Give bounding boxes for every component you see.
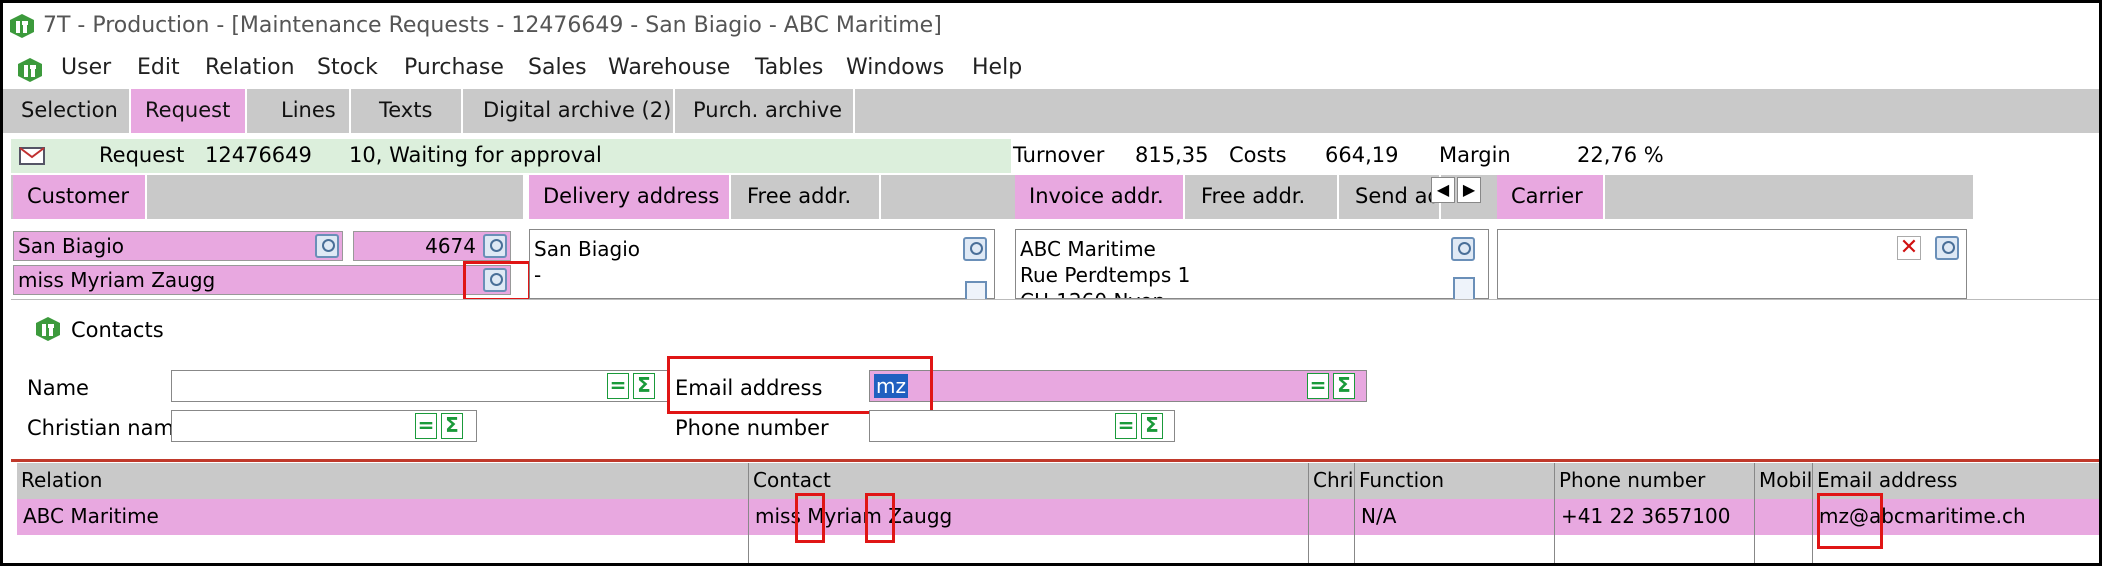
tab-digital-archive[interactable]: Digital archive (2) bbox=[469, 89, 675, 133]
app-window: 7T - Production - [Maintenance Requests … bbox=[0, 0, 2102, 566]
scroll-right-icon[interactable]: ▶ bbox=[1457, 177, 1481, 203]
turnover-label: Turnover bbox=[1013, 143, 1105, 167]
christian-name-label: Christian name bbox=[27, 416, 187, 440]
contacts-logo-icon bbox=[36, 317, 60, 341]
menu-warehouse[interactable]: Warehouse bbox=[608, 55, 730, 80]
tab-purch-archive[interactable]: Purch. archive bbox=[679, 89, 855, 133]
empty-row bbox=[1355, 535, 1555, 563]
invoice-address-box: ABC Maritime Rue Perdtemps 1 CH-1260 Nyo… bbox=[1015, 229, 1489, 299]
turnover-value: 815,35 bbox=[1135, 143, 1209, 167]
contacts-dialog: Contacts Name = Σ Christian name = Σ Ema… bbox=[11, 299, 2099, 459]
carrier-lookup-icon[interactable] bbox=[1935, 236, 1959, 260]
tab-selection[interactable]: Selection bbox=[7, 89, 131, 133]
customer-contact-field[interactable]: miss Myriam Zaugg bbox=[13, 265, 511, 295]
menu-tables[interactable]: Tables bbox=[755, 55, 823, 80]
email-equals-icon[interactable]: = bbox=[1307, 373, 1329, 399]
name-label: Name bbox=[27, 376, 89, 400]
app-menu-logo-icon[interactable] bbox=[17, 57, 43, 83]
empty-row bbox=[1309, 535, 1355, 563]
col-christian[interactable]: Chris bbox=[1309, 463, 1355, 499]
request-status-bar: Request 12476649 10, Waiting for approva… bbox=[11, 139, 1011, 173]
status-request-number: 12476649 bbox=[205, 143, 312, 167]
email-sum-icon[interactable]: Σ bbox=[1333, 373, 1355, 399]
phone-label: Phone number bbox=[675, 416, 829, 440]
tab-delivery-address[interactable]: Delivery address bbox=[529, 175, 731, 219]
christian-sum-icon[interactable]: Σ bbox=[441, 413, 463, 439]
phone-equals-icon[interactable]: = bbox=[1115, 413, 1137, 439]
col-contact[interactable]: Contact bbox=[749, 463, 1309, 499]
empty-row bbox=[17, 535, 749, 563]
contacts-title: Contacts bbox=[71, 318, 164, 342]
title-bar: 7T - Production - [Maintenance Requests … bbox=[3, 3, 2099, 51]
invoice-section-bar: Invoice addr. Free addr. Send ad ◀ ▶ Car… bbox=[1015, 175, 1973, 219]
customer-section-bar: Customer bbox=[11, 175, 523, 219]
christian-equals-icon[interactable]: = bbox=[415, 413, 437, 439]
dialog-separator bbox=[11, 459, 2099, 462]
menu-edit[interactable]: Edit bbox=[137, 55, 180, 80]
envelope-icon bbox=[19, 147, 45, 165]
menu-stock[interactable]: Stock bbox=[317, 55, 378, 80]
invoice-document-icon[interactable] bbox=[1453, 277, 1475, 301]
tab-invoice-addr[interactable]: Invoice addr. bbox=[1015, 175, 1185, 219]
menu-bar: User Edit Relation Stock Purchase Sales … bbox=[3, 51, 2099, 89]
cell-phone[interactable]: +41 22 3657100 bbox=[1555, 499, 1755, 535]
menu-user[interactable]: User bbox=[61, 55, 111, 80]
highlight-contact-lookup bbox=[463, 261, 531, 301]
tab-customer[interactable]: Customer bbox=[13, 175, 147, 219]
margin-value: 22,76 % bbox=[1577, 143, 1664, 167]
scroll-left-icon[interactable]: ◀ bbox=[1431, 177, 1455, 203]
menu-purchase[interactable]: Purchase bbox=[404, 55, 504, 80]
highlight-email-mz bbox=[1817, 493, 1883, 549]
menu-help[interactable]: Help bbox=[972, 55, 1022, 80]
empty-row bbox=[1555, 535, 1755, 563]
highlight-email-filter bbox=[667, 356, 933, 414]
col-mobile[interactable]: Mobile bbox=[1755, 463, 1813, 499]
phone-sum-icon[interactable]: Σ bbox=[1141, 413, 1163, 439]
invoice-lookup-icon[interactable] bbox=[1451, 237, 1475, 261]
customer-number-lookup-icon[interactable] bbox=[483, 234, 507, 258]
tab-texts[interactable]: Texts bbox=[365, 89, 463, 133]
col-relation[interactable]: Relation bbox=[17, 463, 749, 499]
email-input[interactable]: mz bbox=[869, 370, 1367, 402]
app-logo-icon bbox=[10, 14, 34, 38]
empty-row bbox=[749, 535, 1309, 563]
cell-contact[interactable]: miss Myriam Zaugg bbox=[749, 499, 1309, 535]
window-title: 7T - Production - [Maintenance Requests … bbox=[43, 13, 942, 38]
highlight-contact-m bbox=[795, 493, 825, 543]
cell-christian[interactable] bbox=[1309, 499, 1355, 535]
menu-sales[interactable]: Sales bbox=[528, 55, 587, 80]
menu-relation[interactable]: Relation bbox=[205, 55, 295, 80]
name-sum-icon[interactable]: Σ bbox=[633, 373, 655, 399]
tab-bar: Selection Request Lines Texts Digital ar… bbox=[3, 89, 2099, 133]
col-function[interactable]: Function bbox=[1355, 463, 1555, 499]
tab-send-addr[interactable]: Send ad bbox=[1341, 175, 1441, 219]
contacts-grid: Relation Contact Chris Function Phone nu… bbox=[17, 463, 2099, 563]
tab-free-addr-delivery[interactable]: Free addr. bbox=[733, 175, 881, 219]
tab-request[interactable]: Request bbox=[131, 89, 247, 133]
status-request-label: Request bbox=[99, 143, 185, 167]
cell-relation[interactable]: ABC Maritime bbox=[17, 499, 749, 535]
name-equals-icon[interactable]: = bbox=[607, 373, 629, 399]
clear-carrier-icon[interactable]: ✕ bbox=[1897, 236, 1921, 260]
highlight-contact-z bbox=[865, 493, 895, 543]
name-input[interactable] bbox=[171, 370, 669, 402]
customer-name-field[interactable]: San Biagio bbox=[13, 231, 343, 261]
empty-row bbox=[1755, 535, 1813, 563]
tab-lines[interactable]: Lines bbox=[267, 89, 351, 133]
costs-label: Costs bbox=[1229, 143, 1287, 167]
cell-function[interactable]: N/A bbox=[1355, 499, 1555, 535]
col-phone[interactable]: Phone number bbox=[1555, 463, 1755, 499]
menu-windows[interactable]: Windows bbox=[846, 55, 944, 80]
delivery-section-bar: Delivery address Free addr. bbox=[529, 175, 1019, 219]
delivery-address-box: San Biagio - bbox=[529, 229, 995, 299]
customer-lookup-icon[interactable] bbox=[315, 234, 339, 258]
costs-value: 664,19 bbox=[1325, 143, 1399, 167]
delivery-lookup-icon[interactable] bbox=[963, 237, 987, 261]
cell-mobile[interactable] bbox=[1755, 499, 1813, 535]
tab-carrier[interactable]: Carrier bbox=[1497, 175, 1605, 219]
tab-free-addr-invoice[interactable]: Free addr. bbox=[1187, 175, 1339, 219]
status-state: 10, Waiting for approval bbox=[349, 143, 602, 167]
margin-label: Margin bbox=[1439, 143, 1511, 167]
